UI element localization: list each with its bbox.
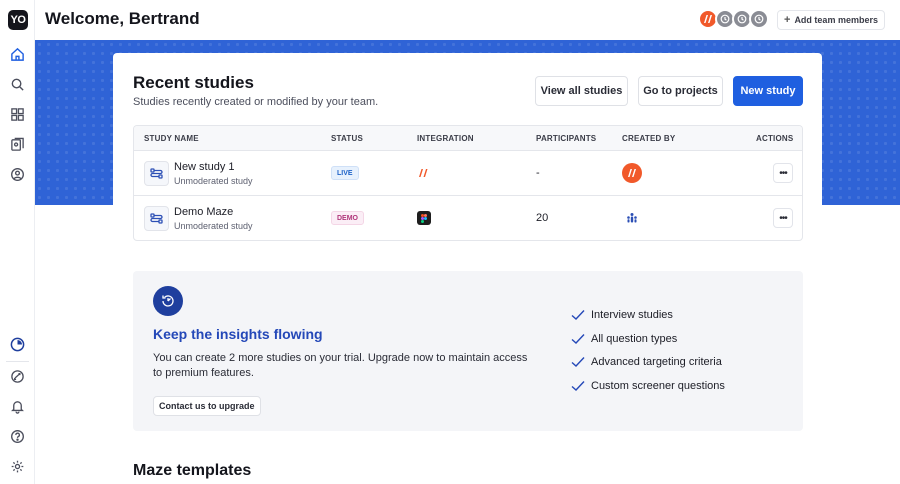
feature-item: Interview studies <box>571 309 673 321</box>
column-header: INTEGRATION <box>417 134 474 143</box>
studies-table: STUDY NAME STATUS INTEGRATION PARTICIPAN… <box>133 125 803 241</box>
insights-icon <box>153 286 183 316</box>
add-team-members-button[interactable]: + Add team members <box>777 10 885 30</box>
feature-item: Advanced targeting criteria <box>571 356 722 368</box>
column-header: ACTIONS <box>756 134 794 143</box>
column-header: STUDY NAME <box>144 134 199 143</box>
team-avatars[interactable] <box>698 9 769 29</box>
home-icon[interactable] <box>9 46 26 63</box>
folder-icon[interactable] <box>9 136 26 153</box>
figma-icon <box>417 211 431 225</box>
recent-studies-subtitle: Studies recently created or modified by … <box>133 96 379 108</box>
upgrade-title: Keep the insights flowing <box>153 326 323 342</box>
feature-label: Advanced targeting criteria <box>591 356 722 368</box>
unmoderated-study-icon <box>144 206 169 231</box>
check-icon <box>571 357 585 367</box>
avatar[interactable] <box>749 9 769 29</box>
clock-pie-icon[interactable] <box>9 336 26 353</box>
table-row[interactable]: New study 1 Unmoderated study LIVE - ••• <box>134 151 802 196</box>
sidebar: YO <box>0 0 35 484</box>
study-type: Unmoderated study <box>174 176 253 186</box>
grid-icon[interactable] <box>9 106 26 123</box>
view-all-studies-button[interactable]: View all studies <box>535 76 628 106</box>
column-header: CREATED BY <box>622 134 676 143</box>
participants-count: 20 <box>536 212 549 224</box>
recent-studies-title: Recent studies <box>133 73 254 92</box>
creator-avatar <box>622 163 642 183</box>
sidebar-divider <box>6 361 29 362</box>
templates-heading: Maze templates <box>133 462 252 479</box>
help-icon[interactable] <box>9 428 26 445</box>
study-name[interactable]: Demo Maze <box>174 206 233 218</box>
table-row[interactable]: Demo Maze Unmoderated study DEMO 20 ••• <box>134 196 802 240</box>
gear-icon[interactable] <box>9 458 26 475</box>
study-name[interactable]: New study 1 <box>174 161 235 173</box>
more-actions-button[interactable]: ••• <box>773 208 793 228</box>
add-team-label: Add team members <box>794 15 878 25</box>
column-header: PARTICIPANTS <box>536 134 597 143</box>
check-icon <box>571 381 585 391</box>
maze-icon <box>417 166 431 180</box>
more-actions-button[interactable]: ••• <box>773 163 793 183</box>
workspace-logo[interactable]: YO <box>8 10 28 30</box>
feature-label: All question types <box>591 333 678 345</box>
unmoderated-study-icon <box>144 161 169 186</box>
plus-icon: + <box>784 14 791 26</box>
page-title: Welcome, Bertrand <box>45 9 200 28</box>
upgrade-text: You can create 2 more studies on your tr… <box>153 352 528 379</box>
status-badge: LIVE <box>331 166 359 180</box>
people-icon[interactable] <box>9 166 26 183</box>
search-icon[interactable] <box>9 76 26 93</box>
go-to-projects-button[interactable]: Go to projects <box>638 76 723 106</box>
feature-item: All question types <box>571 333 677 345</box>
table-header: STUDY NAME STATUS INTEGRATION PARTICIPAN… <box>134 126 802 151</box>
new-study-button[interactable]: New study <box>733 76 803 106</box>
participants-count: - <box>536 167 540 179</box>
contact-upgrade-button[interactable]: Contact us to upgrade <box>153 396 261 416</box>
check-icon <box>571 310 585 320</box>
top-bar: Welcome, Bertrand + Add team members <box>35 0 900 40</box>
feature-label: Interview studies <box>591 309 673 321</box>
check-icon <box>571 334 585 344</box>
upgrade-panel: Keep the insights flowing You can create… <box>133 271 803 431</box>
study-type: Unmoderated study <box>174 221 253 231</box>
column-header: STATUS <box>331 134 364 143</box>
status-badge: DEMO <box>331 211 364 225</box>
feature-item: Custom screener questions <box>571 380 725 392</box>
team-icon <box>622 208 642 228</box>
integrations-icon[interactable] <box>9 368 26 385</box>
feature-label: Custom screener questions <box>591 380 725 392</box>
bell-icon[interactable] <box>9 398 26 415</box>
